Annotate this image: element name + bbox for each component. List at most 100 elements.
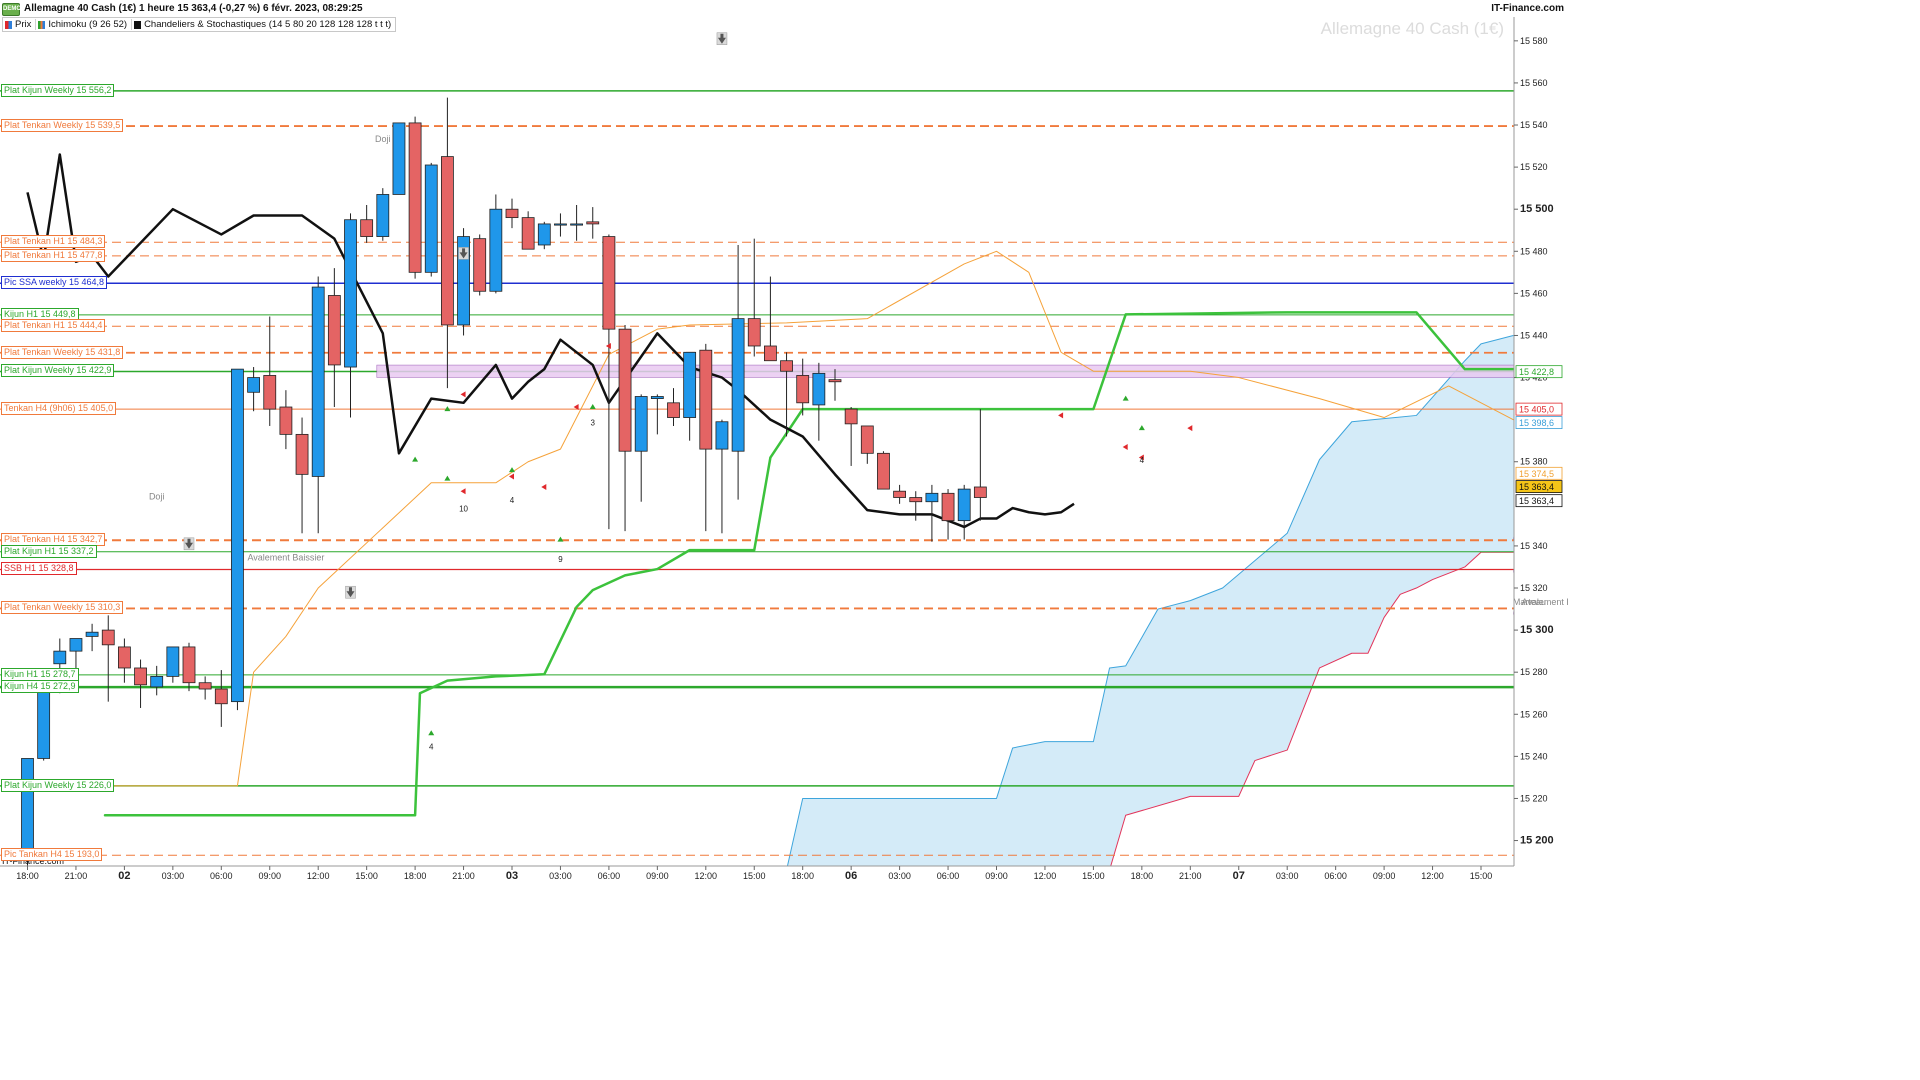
pattern-ellipse xyxy=(1513,535,1514,542)
candle-body xyxy=(780,360,793,372)
time-tick-label: 06:00 xyxy=(1324,871,1347,881)
candle-body xyxy=(747,318,761,347)
left-arrow-icon xyxy=(460,391,466,398)
candle-body xyxy=(844,408,858,425)
candle-body xyxy=(618,328,632,452)
candle-body xyxy=(440,156,454,326)
candle-body xyxy=(537,223,551,246)
level-label: Plat Kijun H1 15 337,2 xyxy=(1,544,97,558)
kumo-cloud xyxy=(787,335,1514,866)
candle-body xyxy=(909,497,923,503)
candle-body xyxy=(828,379,842,383)
candle-body xyxy=(21,758,34,856)
chikou-stoch-line xyxy=(26,153,1075,529)
candle-body xyxy=(101,629,115,646)
time-tick-label: 15:00 xyxy=(1082,871,1105,881)
time-tick-label: 09:00 xyxy=(985,871,1008,881)
time-tick-label: 18:00 xyxy=(1131,871,1154,881)
pattern-annotation: Doji xyxy=(149,492,165,502)
level-label: Plat Tenkan H1 15 444,4 xyxy=(1,319,106,333)
price-chart[interactable]: 1043944DojiDojiAvalement BaissierDojiAva… xyxy=(0,0,1568,882)
time-tick-label: 18:00 xyxy=(404,871,427,881)
candle-body xyxy=(118,646,131,669)
candle-body xyxy=(231,368,244,703)
time-tick-label: 12:00 xyxy=(1421,871,1444,881)
candle-body xyxy=(408,122,422,273)
price-tag-label: 15 374,5 xyxy=(1519,469,1554,479)
marker-label: 4 xyxy=(1140,456,1145,465)
left-arrow-icon xyxy=(1187,425,1193,432)
pattern-annotation: Marteau xyxy=(1513,597,1546,607)
price-tick-label: 15 540 xyxy=(1520,120,1548,130)
candle-body xyxy=(602,236,616,330)
price-tag-label: 15 405,0 xyxy=(1519,405,1554,415)
price-tag-label: 15 398,6 xyxy=(1519,418,1554,428)
candle-body xyxy=(796,375,810,404)
left-arrow-icon xyxy=(1058,412,1064,419)
time-tick-label: 03:00 xyxy=(1276,871,1299,881)
price-tick-label: 15 520 xyxy=(1520,162,1548,172)
up-arrow-icon xyxy=(1138,425,1145,431)
left-arrow-icon xyxy=(1122,444,1128,451)
candle-body xyxy=(521,217,535,250)
level-label: Kijun H4 15 272,9 xyxy=(1,680,79,694)
time-tick-label: 12:00 xyxy=(307,871,330,881)
pattern-annotation: Doji xyxy=(375,134,391,144)
candle-body xyxy=(53,650,67,665)
level-label: Plat Tenkan Weekly 15 310,3 xyxy=(1,601,124,615)
candle-body xyxy=(973,486,987,498)
time-tick-label: 06 xyxy=(845,870,857,882)
candle-body xyxy=(424,164,438,273)
level-label: Pic SSA weekly 15 464,8 xyxy=(1,276,108,290)
up-arrow-icon xyxy=(428,730,435,736)
candle-body xyxy=(877,452,890,490)
candle-body xyxy=(489,208,503,292)
marker-label: 9 xyxy=(558,555,563,564)
up-arrow-icon xyxy=(557,536,564,542)
signal-box-icon xyxy=(1557,574,1567,586)
time-tick-label: 12:00 xyxy=(1034,871,1057,881)
candle-body xyxy=(360,219,374,237)
candle-body xyxy=(473,238,487,292)
candle-body xyxy=(957,488,971,522)
candle-body xyxy=(554,223,567,226)
up-arrow-icon xyxy=(509,467,515,473)
candle-body xyxy=(893,490,906,498)
candle-body xyxy=(570,223,583,226)
up-arrow-icon xyxy=(589,404,596,410)
price-tick-label: 15 460 xyxy=(1520,288,1548,298)
candle-body xyxy=(699,349,713,450)
price-tick-label: 15 300 xyxy=(1520,624,1554,636)
time-tick-label: 18:00 xyxy=(16,871,39,881)
time-tick-label: 06:00 xyxy=(937,871,960,881)
candle-body xyxy=(764,345,777,362)
candle-body xyxy=(925,492,939,503)
candle-body xyxy=(860,425,874,454)
candle-body xyxy=(634,396,648,452)
highlight-band xyxy=(376,364,1514,378)
price-tick-label: 15 240 xyxy=(1520,751,1548,761)
time-tick-label: 21:00 xyxy=(65,871,88,881)
marker-label: 4 xyxy=(510,496,515,505)
left-arrow-icon xyxy=(460,488,466,495)
marker-label: 10 xyxy=(459,505,468,514)
price-tick-label: 15 560 xyxy=(1520,78,1548,88)
candle-body xyxy=(327,295,341,366)
candle-body xyxy=(295,433,309,475)
candle-body xyxy=(650,396,664,400)
candle-body xyxy=(683,351,697,418)
candle-body xyxy=(344,219,357,368)
candle-body xyxy=(505,208,519,219)
time-tick-label: 03:00 xyxy=(549,871,572,881)
left-arrow-icon xyxy=(541,483,547,490)
time-tick-label: 15:00 xyxy=(355,871,378,881)
price-tick-label: 15 500 xyxy=(1520,203,1554,215)
candle-body xyxy=(182,646,196,684)
candle-body xyxy=(37,690,51,759)
candle-body xyxy=(667,402,680,418)
candle-body xyxy=(69,638,83,652)
plot-area xyxy=(0,32,1567,866)
candle-body xyxy=(85,631,99,637)
level-label: Plat Kijun Weekly 15 422,9 xyxy=(1,364,115,378)
time-tick-label: 09:00 xyxy=(258,871,281,881)
